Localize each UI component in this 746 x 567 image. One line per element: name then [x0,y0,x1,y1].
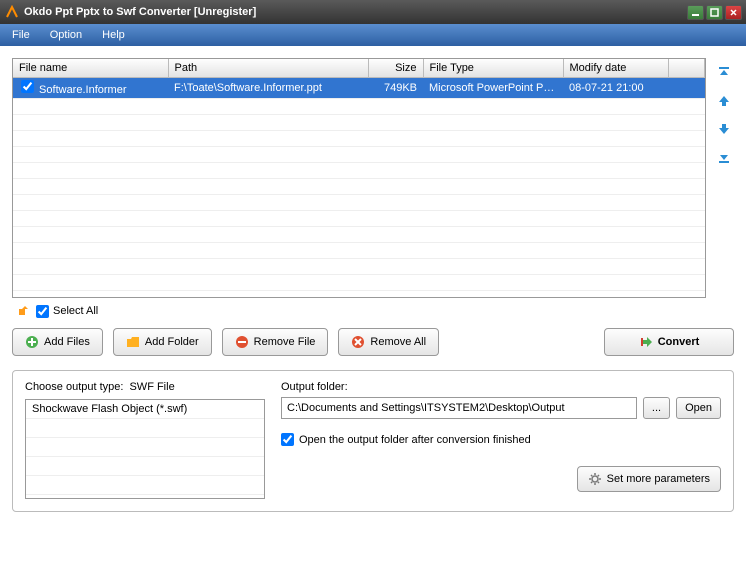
table-row-empty [13,227,705,243]
minus-icon [235,335,249,349]
table-row-empty [13,243,705,259]
column-path[interactable]: Path [168,59,368,78]
convert-icon [639,335,653,349]
window-title: Okdo Ppt Pptx to Swf Converter [Unregist… [24,6,687,18]
reorder-arrows [714,58,734,298]
output-type-section: Choose output type: SWF File Shockwave F… [25,381,265,499]
menu-option[interactable]: Option [46,27,86,43]
file-table[interactable]: File name Path Size File Type Modify dat… [12,58,706,298]
plus-icon [25,335,39,349]
column-filetype[interactable]: File Type [423,59,563,78]
bottom-panel: Choose output type: SWF File Shockwave F… [12,370,734,512]
minimize-button[interactable] [687,5,704,20]
add-folder-button[interactable]: Add Folder [113,328,212,356]
table-row-empty [13,163,705,179]
app-icon [4,4,20,20]
table-row-empty [13,115,705,131]
remove-all-label: Remove All [370,336,426,348]
output-folder-input[interactable] [281,397,637,419]
below-table-row: Select All [12,304,734,318]
table-row-empty [13,99,705,115]
remove-file-label: Remove File [254,336,316,348]
up-folder-icon[interactable] [16,304,30,318]
output-type-value: SWF File [129,381,174,393]
gear-icon [588,472,602,486]
table-header-row: File name Path Size File Type Modify dat… [13,59,705,78]
move-bottom-button[interactable] [715,148,733,166]
close-button[interactable] [725,5,742,20]
table-row-empty [13,131,705,147]
open-after-input[interactable] [281,433,294,446]
open-after-checkbox[interactable]: Open the output folder after conversion … [281,433,721,446]
open-after-label: Open the output folder after conversion … [299,434,531,446]
remove-all-icon [351,335,365,349]
action-button-row: Add Files Add Folder Remove File Remove … [12,328,734,356]
select-all-checkbox[interactable]: Select All [36,305,98,318]
select-all-label: Select All [53,305,98,317]
add-files-button[interactable]: Add Files [12,328,103,356]
table-row-empty [13,259,705,275]
move-up-button[interactable] [715,92,733,110]
move-down-button[interactable] [715,120,733,138]
remove-all-button[interactable]: Remove All [338,328,439,356]
column-modify[interactable]: Modify date [563,59,668,78]
maximize-button[interactable] [706,5,723,20]
add-files-label: Add Files [44,336,90,348]
more-params-label: Set more parameters [607,473,710,485]
convert-label: Convert [658,336,700,348]
table-row-empty [13,179,705,195]
output-folder-label: Output folder: [281,381,721,393]
menu-help[interactable]: Help [98,27,129,43]
move-top-button[interactable] [715,64,733,82]
open-folder-button[interactable]: Open [676,397,721,419]
output-type-list[interactable]: Shockwave Flash Object (*.swf) [25,399,265,499]
menubar: File Option Help [0,24,746,46]
remove-file-button[interactable]: Remove File [222,328,329,356]
table-row[interactable]: Software.Informer F:\Toate\Software.Info… [13,78,705,99]
output-type-label: Choose output type: [25,381,123,393]
menu-file[interactable]: File [8,27,34,43]
window-controls [687,5,742,20]
output-folder-section: Output folder: ... Open Open the output … [281,381,721,499]
folder-icon [126,335,140,349]
type-list-item[interactable]: Shockwave Flash Object (*.swf) [26,400,216,419]
convert-button[interactable]: Convert [604,328,734,356]
table-row-empty [13,195,705,211]
add-folder-label: Add Folder [145,336,199,348]
row-checkbox[interactable] [21,80,34,93]
select-all-input[interactable] [36,305,49,318]
column-size[interactable]: Size [368,59,423,78]
browse-button[interactable]: ... [643,397,670,419]
table-row-empty [13,275,705,291]
titlebar: Okdo Ppt Pptx to Swf Converter [Unregist… [0,0,746,24]
column-spacer [668,59,705,78]
table-row-empty [13,211,705,227]
table-row-empty [13,147,705,163]
column-filename[interactable]: File name [13,59,168,78]
set-more-parameters-button[interactable]: Set more parameters [577,466,721,492]
